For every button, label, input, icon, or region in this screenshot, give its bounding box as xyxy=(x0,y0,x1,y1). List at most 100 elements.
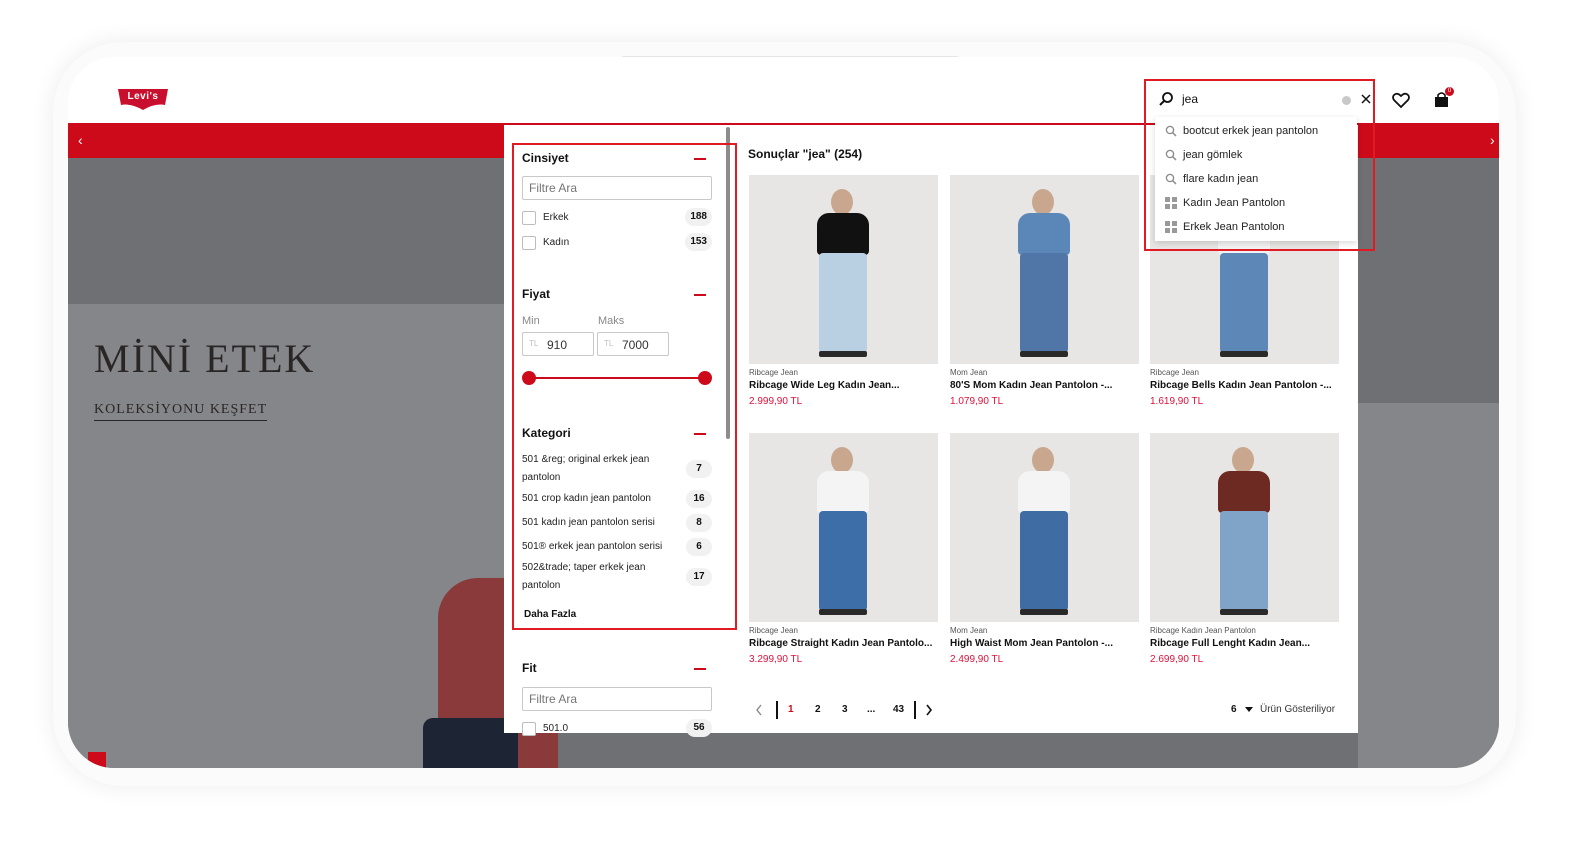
collapse-price-icon[interactable] xyxy=(694,294,706,296)
page-link-last[interactable]: 43 xyxy=(893,704,904,715)
gender-option-erkek[interactable]: Erkek 188 xyxy=(522,208,712,226)
product-name[interactable]: Ribcage Straight Kadın Jean Pantolo... xyxy=(749,638,938,649)
category-count: 17 xyxy=(686,568,712,586)
currency-label: TL xyxy=(604,339,614,348)
category-item[interactable]: 501 crop kadın jean pantolon 16 xyxy=(522,490,712,508)
chevron-right-icon[interactable] xyxy=(924,703,934,717)
logo-text: Levi's xyxy=(127,91,159,102)
model-jeans xyxy=(1220,253,1268,353)
collapse-category-icon[interactable] xyxy=(694,433,706,435)
price-slider-min-handle[interactable] xyxy=(522,371,536,385)
suggestion-item[interactable]: Kadın Jean Pantolon xyxy=(1155,191,1357,215)
price-slider-max-handle[interactable] xyxy=(698,371,712,385)
suggestion-item[interactable]: bootcut erkek jean pantolon xyxy=(1155,119,1357,143)
caret-down-icon[interactable] xyxy=(1245,707,1253,712)
page-link-1[interactable]: 1 xyxy=(788,704,794,715)
checkbox[interactable] xyxy=(522,722,536,736)
product-name[interactable]: Ribcage Bells Kadın Jean Pantolon -... xyxy=(1150,380,1339,391)
product-card[interactable]: Mom Jean 80'S Mom Kadın Jean Pantolon -.… xyxy=(950,175,1139,407)
option-label: Erkek xyxy=(543,212,569,223)
collapse-gender-icon[interactable] xyxy=(694,158,706,160)
per-page-label: Ürün Gösteriliyor xyxy=(1260,704,1336,715)
suggestion-item[interactable]: jean gömlek xyxy=(1155,143,1357,167)
product-image[interactable] xyxy=(1150,433,1339,622)
currency-label: TL xyxy=(529,339,539,348)
cart-button[interactable]: 0 xyxy=(1431,87,1454,111)
product-card[interactable]: Mom Jean High Waist Mom Jean Pantolon -.… xyxy=(950,433,1139,665)
product-image[interactable] xyxy=(950,175,1139,364)
fit-option[interactable]: 501.0 56 xyxy=(522,719,712,737)
filter-heading-gender[interactable]: Cinsiyet xyxy=(522,151,569,165)
page-ellipsis: ... xyxy=(867,704,876,715)
product-name[interactable]: High Waist Mom Jean Pantolon -... xyxy=(950,638,1139,649)
product-name[interactable]: Ribcage Full Lenght Kadın Jean... xyxy=(1150,638,1339,649)
product-line: Ribcage Jean xyxy=(749,368,798,377)
category-label: 502&trade; taper erkek jean pantolon xyxy=(522,562,646,591)
model-top xyxy=(1218,471,1270,513)
model-jeans xyxy=(819,253,867,353)
price-slider-track[interactable] xyxy=(529,377,705,379)
product-image[interactable] xyxy=(749,433,938,622)
suggestion-label: flare kadın jean xyxy=(1183,173,1259,185)
product-card[interactable]: Ribcage Kadın Jean Pantolon Ribcage Full… xyxy=(1150,433,1339,665)
product-price: 2.999,90 TL xyxy=(749,396,803,407)
product-price: 3.299,90 TL xyxy=(749,654,803,665)
category-count: 6 xyxy=(686,538,712,556)
product-name[interactable]: Ribcage Wide Leg Kadın Jean... xyxy=(749,380,938,391)
page-link-2[interactable]: 2 xyxy=(815,704,821,715)
collapse-fit-icon[interactable] xyxy=(694,668,706,670)
grid-icon xyxy=(1165,197,1177,209)
corner-accent xyxy=(88,752,106,768)
category-item[interactable]: 501® erkek jean pantolon serisi 6 xyxy=(522,538,712,556)
hero-cta-link[interactable]: KOLEKSİYONU KEŞFET xyxy=(94,402,268,421)
filter-heading-price[interactable]: Fiyat xyxy=(522,287,550,301)
product-line: Ribcage Jean xyxy=(749,626,798,635)
model-top xyxy=(1018,213,1070,255)
filter-scrollbar[interactable] xyxy=(726,127,730,439)
model-jeans xyxy=(1020,253,1068,353)
levis-logo[interactable]: Levi's xyxy=(117,87,169,111)
page-link-3[interactable]: 3 xyxy=(842,704,848,715)
option-count: 56 xyxy=(686,719,712,737)
product-name[interactable]: 80'S Mom Kadın Jean Pantolon -... xyxy=(950,380,1139,391)
category-item[interactable]: 501 kadın jean pantolon serisi 8 xyxy=(522,514,712,532)
filter-sidebar: Cinsiyet Erkek 188 Kadın 153 Fiyat Min M… xyxy=(504,125,726,737)
search-icon xyxy=(1165,149,1177,161)
price-min-input[interactable]: TL 910 xyxy=(522,332,594,356)
fit-filter-search[interactable] xyxy=(522,687,712,711)
per-page-select[interactable]: 6 xyxy=(1231,704,1237,715)
search-input[interactable] xyxy=(1182,92,1332,106)
gender-option-kadin[interactable]: Kadın 153 xyxy=(522,233,712,251)
gender-filter-search[interactable] xyxy=(522,176,712,200)
category-count: 7 xyxy=(686,460,712,478)
model-top xyxy=(817,471,869,513)
suggestion-item[interactable]: flare kadın jean xyxy=(1155,167,1357,191)
option-count: 153 xyxy=(685,233,712,251)
suggestion-label: bootcut erkek jean pantolon xyxy=(1183,125,1319,137)
chevron-left-icon[interactable] xyxy=(754,703,764,717)
product-image[interactable] xyxy=(950,433,1139,622)
promo-prev-arrow[interactable]: ‹ xyxy=(78,132,83,148)
clear-input-icon[interactable] xyxy=(1342,96,1351,105)
category-item[interactable]: 502&trade; taper erkek jean pantolon 17 xyxy=(522,559,712,595)
checkbox[interactable] xyxy=(522,211,536,225)
category-more-link[interactable]: Daha Fazla xyxy=(524,609,576,620)
category-item[interactable]: 501 &reg; original erkek jean pantolon 7 xyxy=(522,451,712,487)
filter-heading-category[interactable]: Kategori xyxy=(522,426,571,440)
product-image[interactable] xyxy=(749,175,938,364)
suggestion-label: Kadın Jean Pantolon xyxy=(1183,197,1286,209)
close-icon[interactable] xyxy=(1361,94,1371,104)
model-top xyxy=(1018,471,1070,513)
product-line: Ribcage Kadın Jean Pantolon xyxy=(1150,626,1256,635)
checkbox[interactable] xyxy=(522,236,536,250)
wishlist-button[interactable] xyxy=(1390,89,1412,111)
option-label: 501.0 xyxy=(543,723,569,734)
price-max-input[interactable]: TL 7000 xyxy=(597,332,669,356)
product-card[interactable]: Ribcage Jean Ribcage Straight Kadın Jean… xyxy=(749,433,938,665)
product-card[interactable]: Ribcage Jean Ribcage Wide Leg Kadın Jean… xyxy=(749,175,938,407)
promo-next-arrow[interactable]: › xyxy=(1490,132,1495,148)
model-jeans xyxy=(1020,511,1068,611)
suggestion-item[interactable]: Erkek Jean Pantolon xyxy=(1155,215,1357,239)
filter-heading-fit[interactable]: Fit xyxy=(522,661,537,675)
model-head xyxy=(831,189,853,215)
